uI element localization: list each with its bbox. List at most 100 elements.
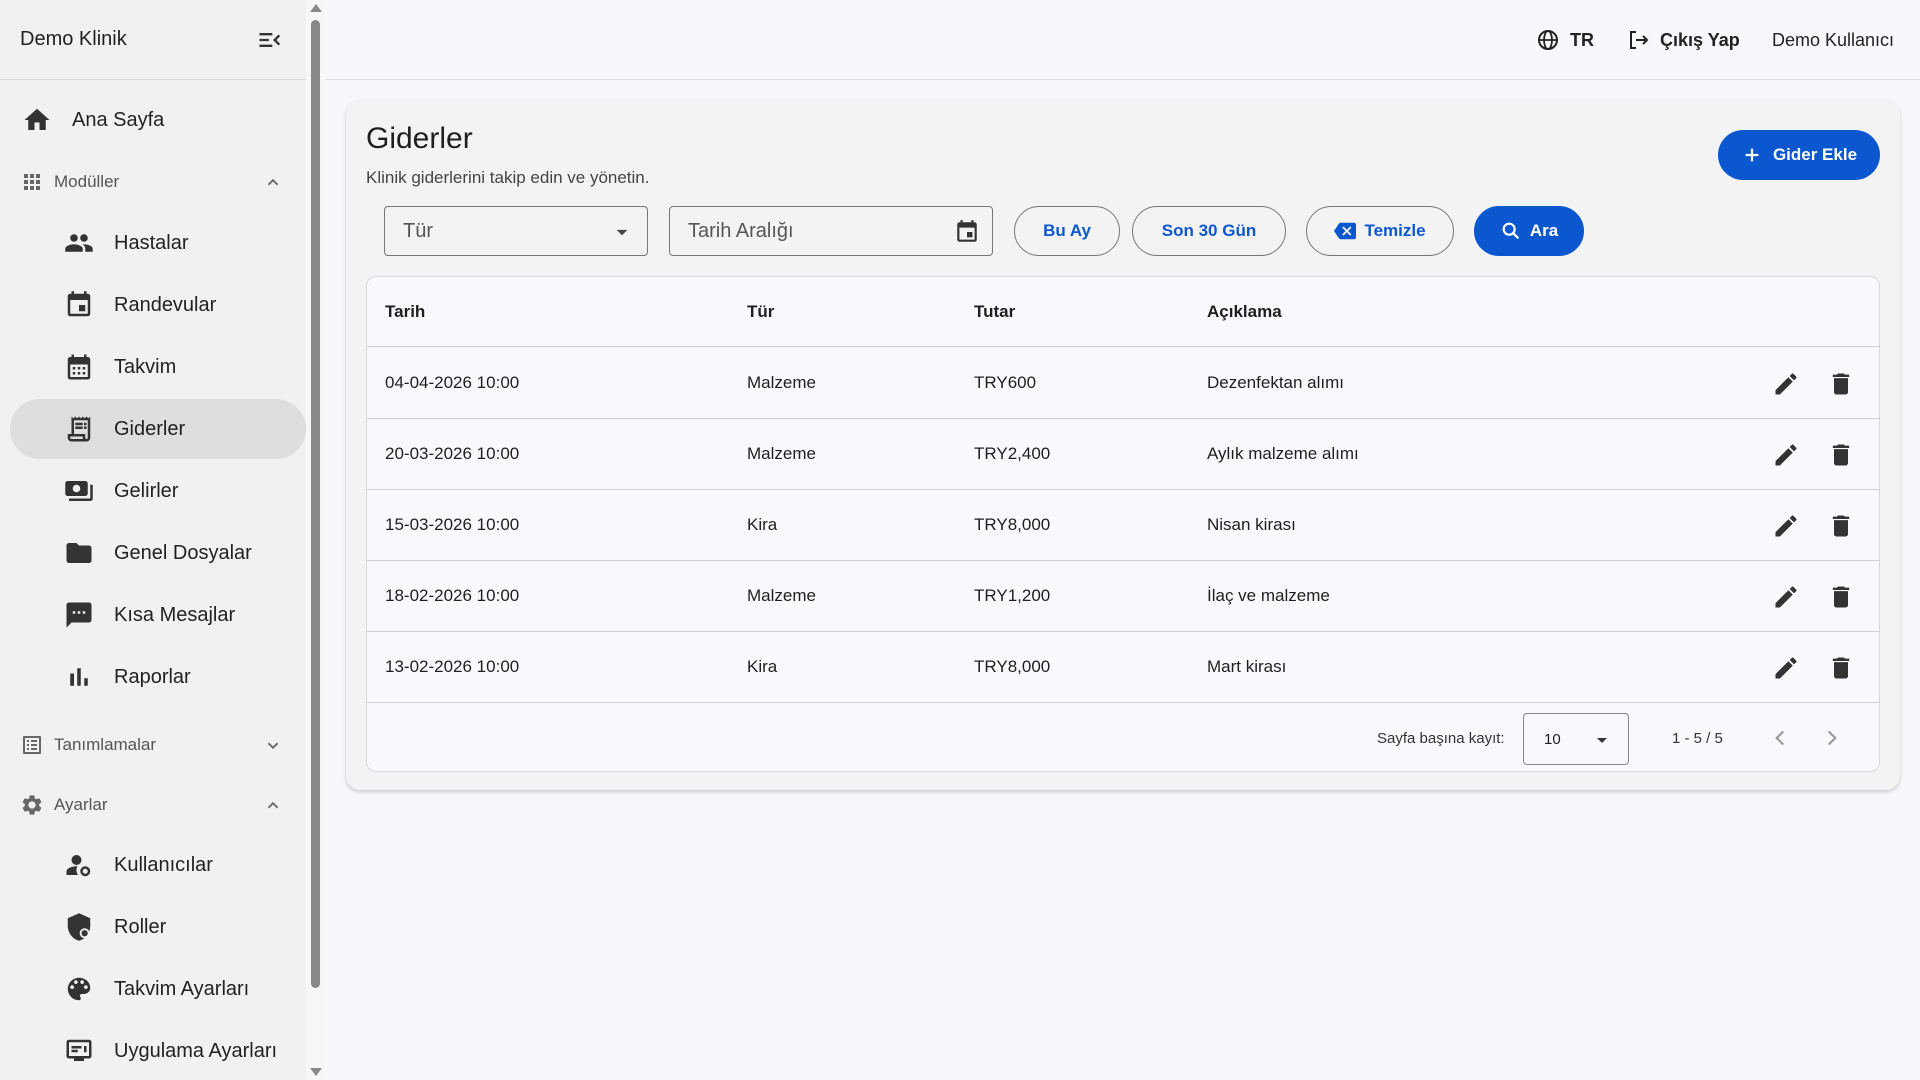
sidebar-item-home[interactable]: Ana Sayfa	[10, 90, 306, 150]
table-row: 04-04-2026 10:00 Malzeme TRY600 Dezenfek…	[367, 348, 1879, 419]
sidebar-item-label: Gelirler	[114, 479, 179, 502]
event-icon	[67, 291, 91, 317]
menu-collapse-icon[interactable]	[256, 26, 284, 54]
chevron-left-icon[interactable]	[1767, 725, 1793, 751]
clear-button[interactable]: Temizle	[1306, 206, 1454, 256]
sidebar-item-appointments[interactable]: Randevular	[10, 275, 306, 335]
cell-type: Malzeme	[747, 444, 816, 463]
cell-date: 13-02-2026 10:00	[385, 657, 520, 676]
column-description[interactable]: Açıklama	[1207, 277, 1282, 347]
sidebar-item-incomes[interactable]: Gelirler	[10, 461, 306, 521]
sidebar-item-calendar-settings[interactable]: Takvim Ayarları	[10, 959, 306, 1019]
sidebar-group-label: Modüller	[54, 172, 120, 191]
sidebar-item-users[interactable]: Kullanıcılar	[10, 835, 306, 895]
sidebar-item-general-files[interactable]: Genel Dosyalar	[10, 523, 306, 583]
sidebar-item-app-settings[interactable]: Uygulama Ayarları	[10, 1021, 306, 1080]
rows-per-page-select[interactable]: 10	[1523, 713, 1629, 765]
edit-icon[interactable]	[1772, 583, 1800, 611]
delete-icon[interactable]	[1827, 512, 1855, 540]
sidebar-group-settings[interactable]: Ayarlar	[0, 780, 306, 830]
sidebar-header: Demo Klinik	[0, 0, 306, 80]
search-label: Ara	[1529, 221, 1559, 240]
cell-description: Nisan kirası	[1207, 515, 1296, 534]
sidebar-group-label: Tanımlamalar	[54, 735, 157, 754]
cell-description: Aylık malzeme alımı	[1207, 444, 1359, 463]
pagination-range: 1 - 5 / 5	[1672, 729, 1723, 747]
this-month-button[interactable]: Bu Ay	[1014, 206, 1120, 256]
last-30-days-button[interactable]: Son 30 Gün	[1132, 206, 1286, 256]
cell-date: 04-04-2026 10:00	[385, 373, 520, 392]
sidebar-item-reports[interactable]: Raporlar	[10, 647, 306, 707]
add-expense-button[interactable]: Gider Ekle	[1718, 130, 1880, 180]
sidebar-item-roles[interactable]: Roller	[10, 897, 306, 957]
sms-icon	[66, 602, 92, 628]
date-range-input[interactable]: Tarih Aralığı	[669, 206, 993, 256]
column-date[interactable]: Tarih	[385, 277, 425, 347]
logout-button[interactable]: Çıkış Yap	[1626, 0, 1740, 80]
delete-icon[interactable]	[1827, 654, 1855, 682]
sidebar-group-definitions[interactable]: Tanımlamalar	[0, 720, 306, 770]
search-button[interactable]: Ara	[1474, 206, 1584, 256]
delete-icon[interactable]	[1827, 370, 1855, 398]
rows-per-page-label: Sayfa başına kayıt:	[1377, 729, 1505, 747]
cell-amount: TRY8,000	[974, 657, 1051, 676]
payments-icon	[65, 481, 93, 501]
table-pagination: Sayfa başına kayıt: 10 1 - 5 / 5	[367, 703, 1879, 771]
chevron-right-icon[interactable]	[1819, 725, 1845, 751]
search-icon	[1502, 222, 1519, 240]
sidebar-group-modules[interactable]: Modüller	[0, 157, 306, 207]
type-select[interactable]: Tür	[384, 206, 648, 256]
cell-amount: TRY2,400	[974, 444, 1051, 463]
language-label: TR	[1570, 29, 1594, 50]
list-alt-icon	[23, 736, 41, 754]
clear-label: Temizle	[1364, 221, 1426, 240]
language-switcher[interactable]: TR	[1536, 0, 1594, 80]
edit-icon[interactable]	[1772, 512, 1800, 540]
cell-description: İlaç ve malzeme	[1207, 586, 1330, 605]
topbar: TR Çıkış Yap Demo Kullanıcı	[326, 0, 1920, 80]
table-row: 20-03-2026 10:00 Malzeme TRY2,400 Aylık …	[367, 419, 1879, 490]
plus-icon	[1745, 148, 1759, 162]
sidebar-scrollbar[interactable]	[306, 0, 326, 1080]
edit-icon[interactable]	[1772, 441, 1800, 469]
receipt-icon	[67, 416, 91, 442]
date-range-placeholder: Tarih Aralığı	[688, 219, 794, 242]
user-menu[interactable]: Demo Kullanıcı	[1772, 0, 1894, 80]
cell-type: Malzeme	[747, 586, 816, 605]
chevron-down-icon	[267, 742, 279, 750]
chevron-up-icon	[267, 178, 279, 186]
shield-person-icon	[67, 913, 91, 941]
sidebar-item-label: Uygulama Ayarları	[114, 1039, 278, 1062]
delete-icon[interactable]	[1827, 583, 1855, 611]
sidebar-item-patients[interactable]: Hastalar	[10, 213, 306, 273]
column-amount[interactable]: Tutar	[974, 277, 1015, 347]
expenses-table: Tarih Tür Tutar Açıklama 04-04-2026 10:0…	[366, 276, 1880, 772]
scroll-up-arrow[interactable]	[310, 4, 322, 12]
edit-icon[interactable]	[1772, 654, 1800, 682]
table-row: 13-02-2026 10:00 Kira TRY8,000 Mart kira…	[367, 632, 1879, 703]
brand-title: Demo Klinik	[20, 28, 127, 50]
logout-icon	[1630, 31, 1649, 49]
calendar-month-icon	[67, 354, 91, 380]
sidebar-item-calendar[interactable]: Takvim	[10, 337, 306, 397]
edit-icon[interactable]	[1772, 370, 1800, 398]
backspace-icon	[1334, 222, 1357, 240]
folder-icon	[66, 543, 92, 563]
calendar-icon[interactable]	[954, 219, 980, 245]
delete-icon[interactable]	[1827, 441, 1855, 469]
home-icon	[24, 108, 50, 130]
cell-amount: TRY600	[974, 373, 1037, 392]
column-type[interactable]: Tür	[747, 277, 774, 347]
manage-accounts-icon	[66, 855, 91, 877]
sidebar-group-label: Ayarlar	[54, 795, 108, 814]
scroll-down-arrow[interactable]	[310, 1068, 322, 1076]
table-row: 15-03-2026 10:00 Kira TRY8,000 Nisan kir…	[367, 490, 1879, 561]
sidebar-item-label: Ana Sayfa	[72, 108, 165, 131]
chevron-up-icon	[267, 801, 279, 809]
sidebar-item-label: Hastalar	[114, 231, 189, 254]
sidebar-item-expenses[interactable]: Giderler	[10, 399, 306, 459]
sidebar-item-sms[interactable]: Kısa Mesajlar	[10, 585, 306, 645]
sidebar-item-label: Roller	[114, 915, 167, 938]
scrollbar-thumb[interactable]	[311, 20, 320, 988]
logout-label: Çıkış Yap	[1660, 29, 1740, 50]
